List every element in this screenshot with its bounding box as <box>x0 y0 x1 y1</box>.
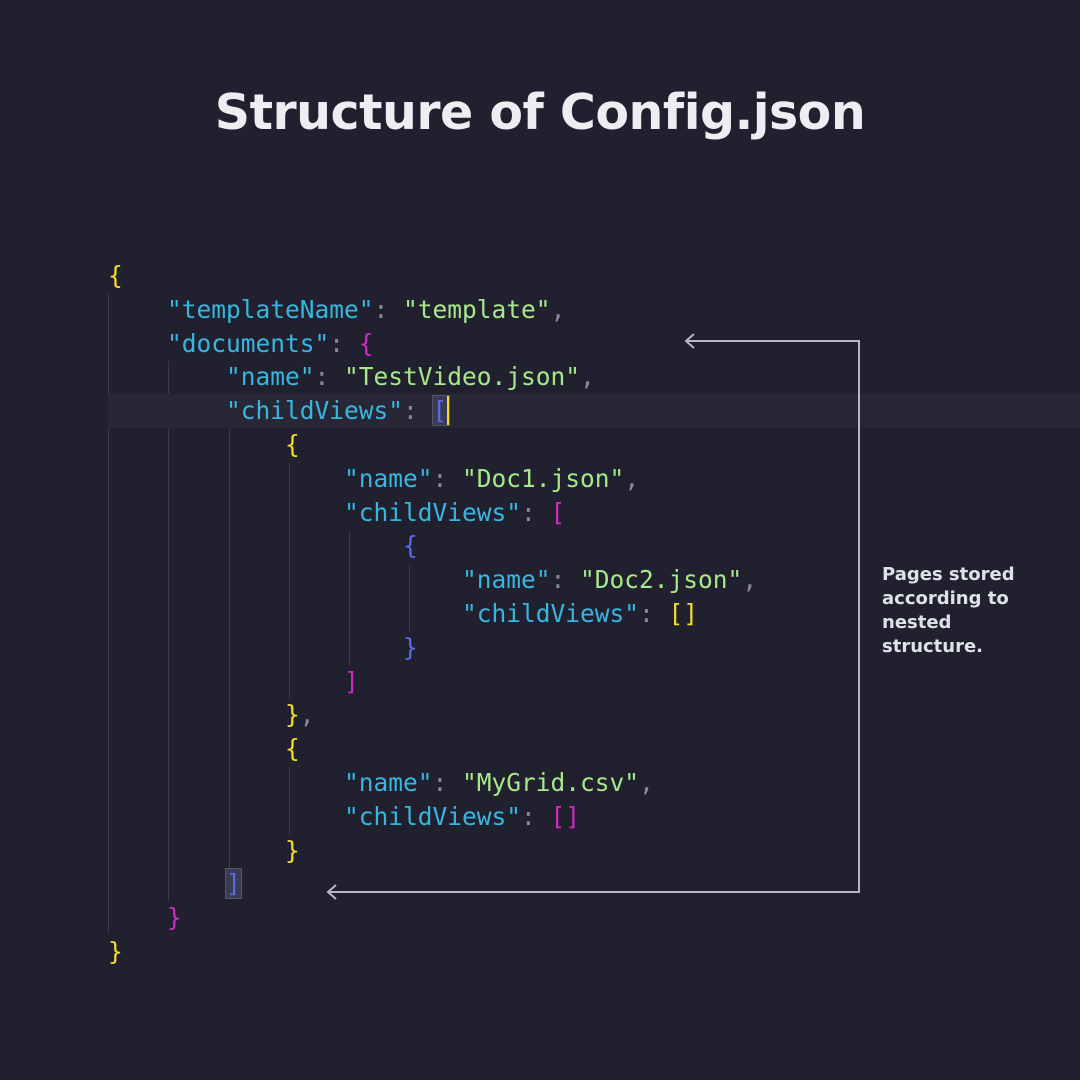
nesting-arrow <box>326 333 860 900</box>
annotation-text: Pages stored according to nested structu… <box>882 564 1015 657</box>
